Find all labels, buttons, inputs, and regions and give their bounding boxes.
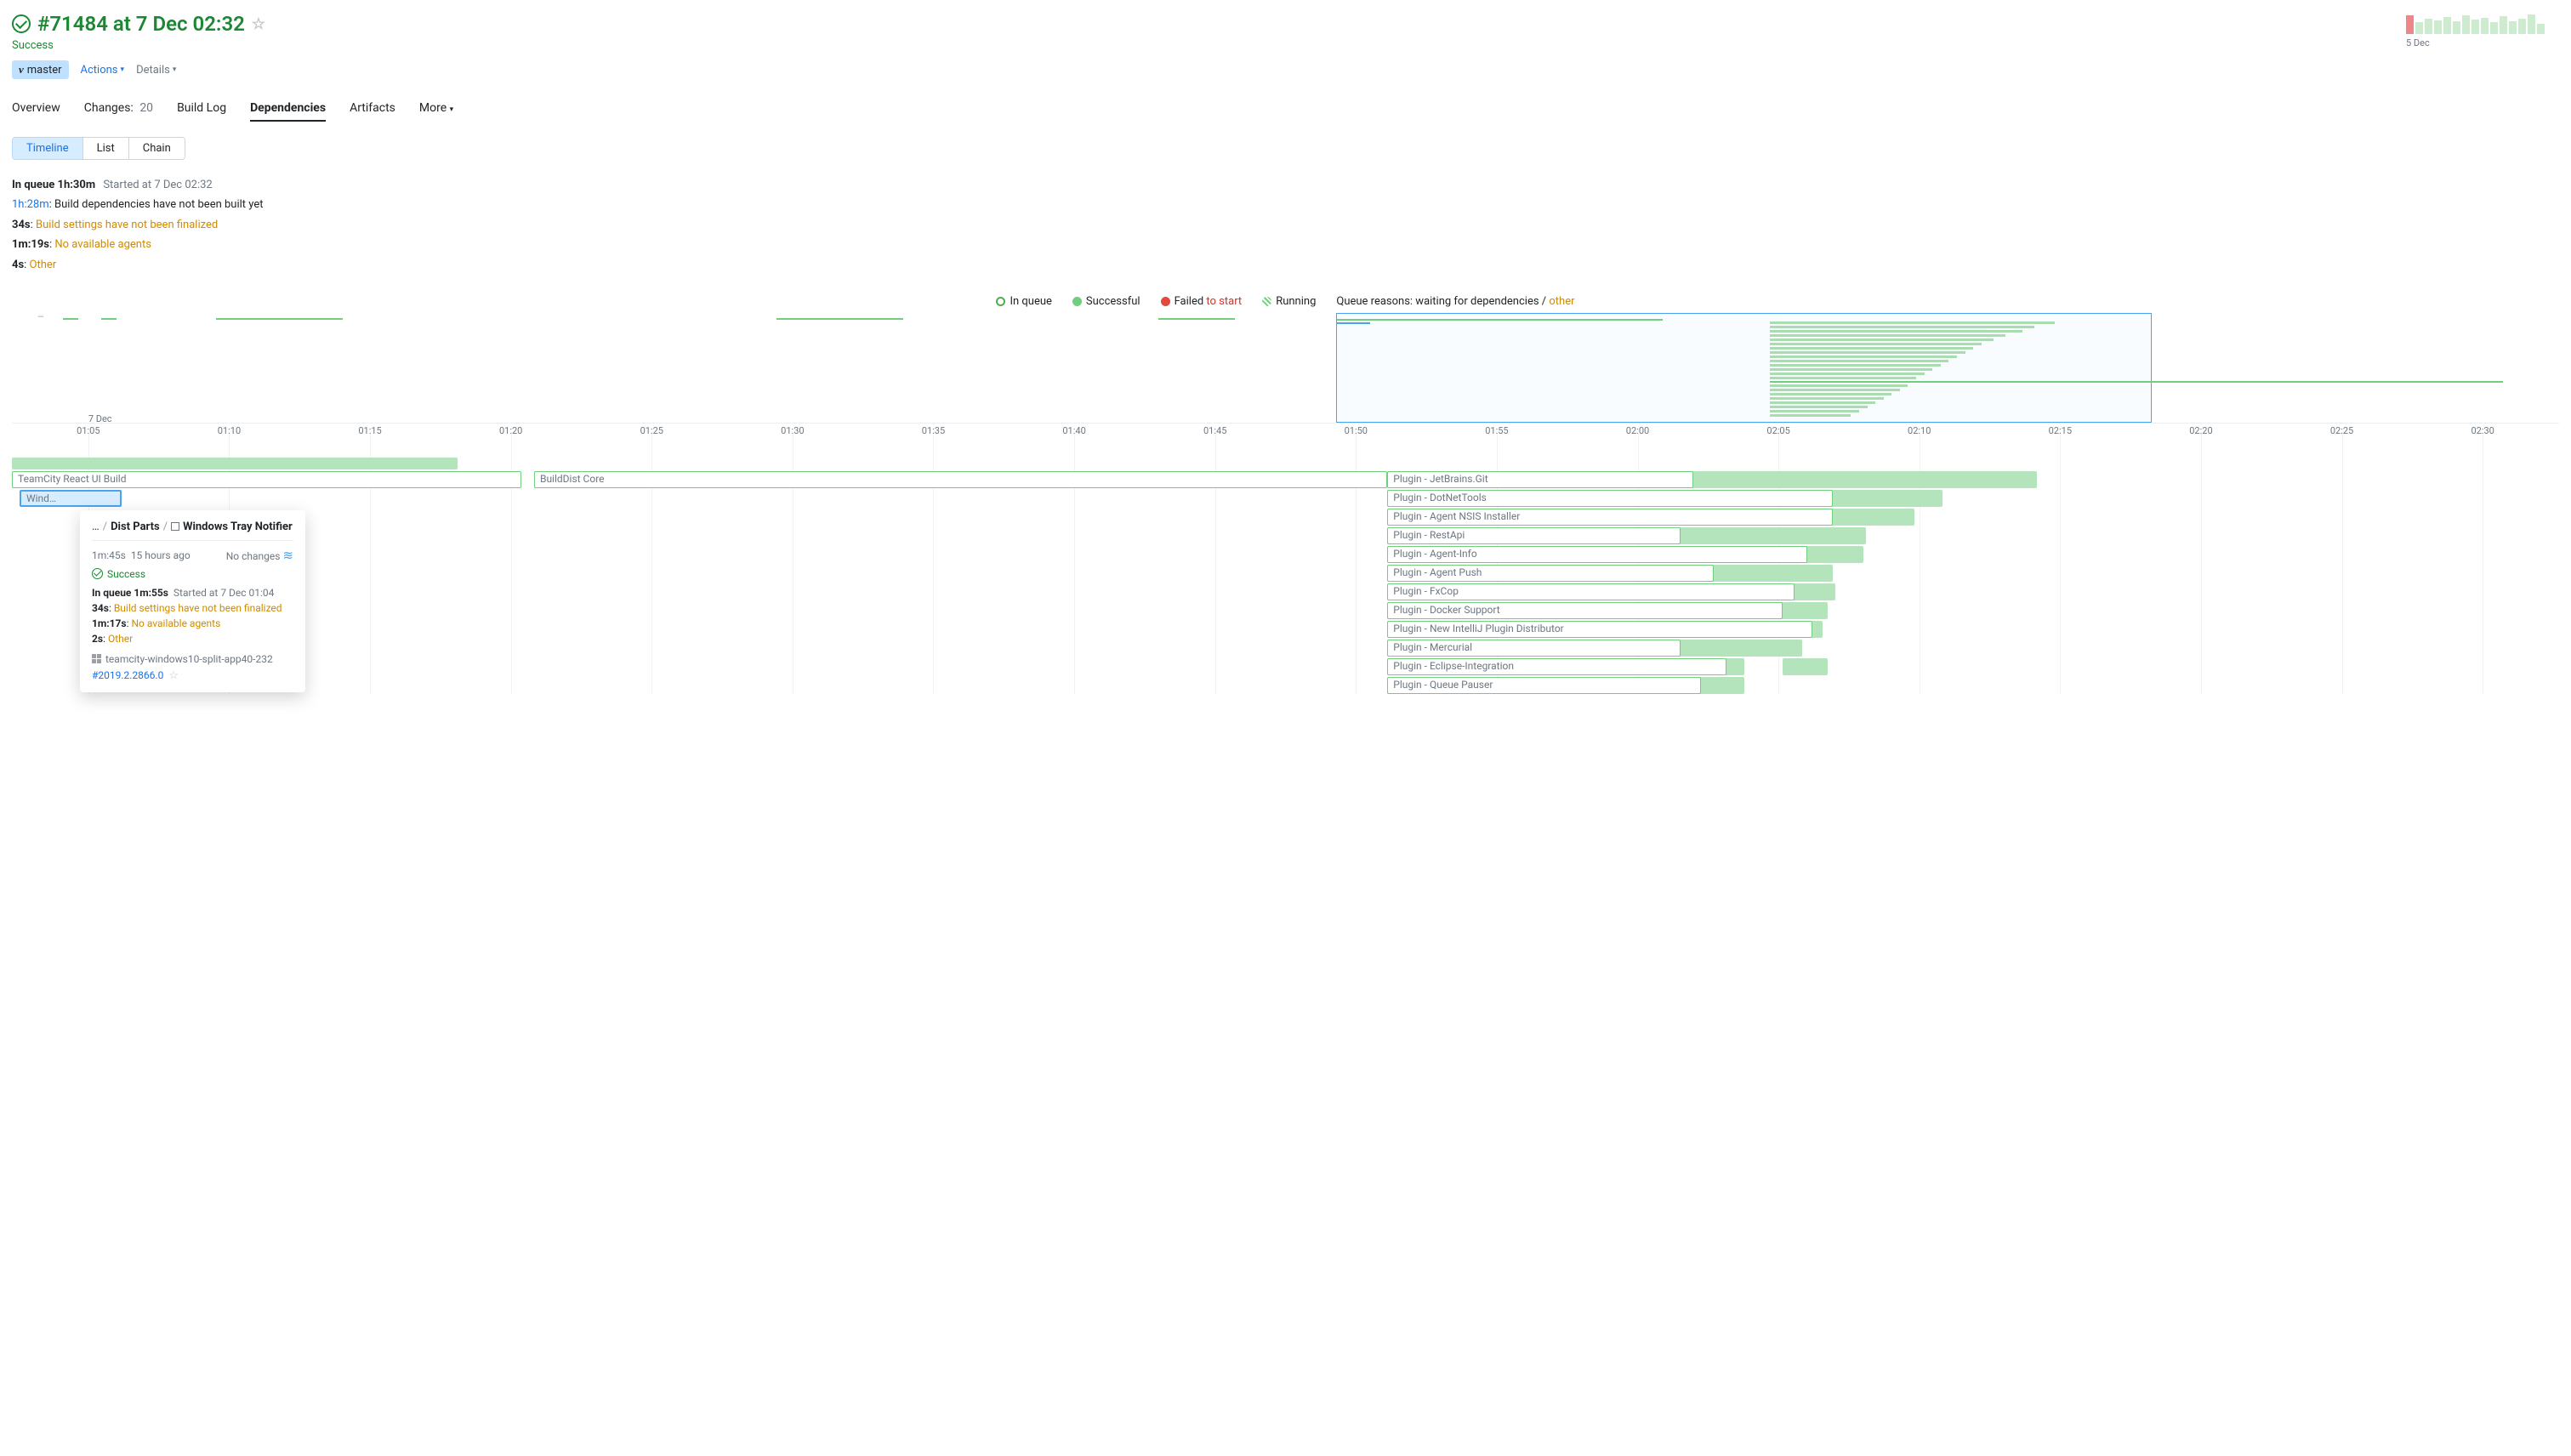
gantt-bar[interactable]: Plugin - RestApi	[1387, 527, 1680, 544]
gantt-bar[interactable]: Plugin - FxCop	[1387, 583, 1795, 600]
windows-icon	[92, 654, 101, 663]
legend-success-icon	[1072, 297, 1082, 306]
gantt-bar[interactable]: Plugin - Agent-Info	[1387, 546, 1807, 563]
legend-running-icon	[1262, 297, 1271, 306]
build-tooltip: … / Dist Parts / Windows Tray Notifier 1…	[80, 510, 305, 692]
tooltip-build-number[interactable]: #2019.2.2866.0	[92, 669, 163, 681]
queue-reason-text: Other	[30, 259, 57, 271]
dependency-gantt[interactable]: TeamCity React UI Build BuildDist Core P…	[12, 454, 2559, 694]
chevron-down-icon: ▾	[450, 105, 454, 114]
view-timeline[interactable]: Timeline	[13, 138, 83, 159]
queue-reason-duration: 4s	[12, 259, 24, 271]
branch-icon: ν	[19, 63, 24, 77]
gantt-bar[interactable]: Plugin - DotNetTools	[1387, 490, 1833, 507]
gantt-bar[interactable]: TeamCity React UI Build	[12, 471, 521, 488]
layers-icon[interactable]: ≋	[282, 548, 293, 563]
queue-started-at: Started at 7 Dec 02:32	[103, 179, 212, 191]
build-status: Success	[12, 39, 265, 52]
gantt-bar[interactable]: Plugin - JetBrains.Git	[1387, 471, 1692, 488]
gantt-bar[interactable]: Plugin - Mercurial	[1387, 640, 1680, 657]
queue-reason-duration[interactable]: 1h:28m	[12, 198, 49, 211]
details-menu[interactable]: Details ▾	[136, 64, 176, 77]
dependency-view-toggle: Timeline List Chain	[12, 137, 185, 160]
page-title: #71484 at 7 Dec 02:32 ☆	[12, 12, 265, 36]
tab-dependencies[interactable]: Dependencies	[250, 101, 326, 122]
success-check-icon	[92, 568, 103, 579]
stop-icon	[171, 522, 179, 531]
timeline-legend: In queue Successful Failed to start Runn…	[12, 295, 2559, 308]
queue-reason-text: Build settings have not been finalized	[36, 219, 218, 231]
sparkline-date-label: 5 Dec	[2406, 37, 2559, 48]
build-tabs: Overview Changes: 20 Build Log Dependenc…	[12, 101, 2559, 122]
build-title-text: #71484 at 7 Dec 02:32	[37, 12, 245, 36]
tab-build-log[interactable]: Build Log	[177, 101, 226, 122]
chevron-down-icon: ▾	[173, 65, 177, 74]
gantt-bar[interactable]: Plugin - Agent Push	[1387, 565, 1713, 582]
success-check-icon	[12, 14, 31, 33]
gantt-bar[interactable]: BuildDist Core	[534, 471, 1387, 488]
time-axis: 7 Dec 01:0501:1001:1501:2001:2501:3001:3…	[12, 425, 2559, 454]
queue-summary: In queue 1h:30m Started at 7 Dec 02:32 1…	[12, 175, 2559, 275]
gantt-bar-selected[interactable]: Wind…	[20, 490, 122, 507]
timeline-overview[interactable]: —	[12, 313, 2559, 424]
chevron-down-icon: ▾	[121, 65, 125, 74]
gantt-header-bar	[12, 458, 458, 469]
gantt-bar[interactable]: Plugin - Queue Pauser	[1387, 677, 1700, 694]
queue-reason-duration: 34s	[12, 219, 31, 231]
favorite-star-icon[interactable]: ☆	[252, 15, 265, 33]
tooltip-status: Success	[92, 568, 293, 580]
gantt-bar[interactable]: Plugin - New IntelliJ Plugin Distributor	[1387, 621, 1812, 638]
tab-overview[interactable]: Overview	[12, 101, 60, 122]
tab-more[interactable]: More ▾	[419, 101, 453, 122]
queue-reason-text: Build dependencies have not been built y…	[54, 198, 263, 211]
actions-menu[interactable]: Actions ▾	[81, 64, 125, 77]
view-chain[interactable]: Chain	[129, 138, 185, 159]
view-list[interactable]: List	[83, 138, 129, 159]
branch-name: master	[27, 64, 62, 77]
tab-changes[interactable]: Changes: 20	[84, 101, 153, 122]
queue-reason-text: No available agents	[54, 238, 151, 251]
gantt-bar[interactable]: Plugin - Docker Support	[1387, 602, 1782, 619]
queue-reason-duration: 1m:19s	[12, 238, 49, 251]
branch-badge[interactable]: ν master	[12, 60, 69, 79]
gantt-bar[interactable]: Plugin - Eclipse-Integration	[1387, 658, 1726, 675]
build-history-sparkline[interactable]: 5 Dec	[2406, 12, 2559, 59]
legend-failed-icon	[1161, 297, 1170, 306]
tooltip-breadcrumb: … / Dist Parts / Windows Tray Notifier	[92, 520, 293, 533]
favorite-star-icon[interactable]: ☆	[168, 669, 179, 682]
gantt-bar[interactable]: Plugin - Agent NSIS Installer	[1387, 509, 1833, 526]
legend-queue-icon	[996, 297, 1005, 306]
tooltip-agent: teamcity-windows10-split-app40-232	[92, 653, 293, 665]
tab-artifacts[interactable]: Artifacts	[350, 101, 395, 122]
